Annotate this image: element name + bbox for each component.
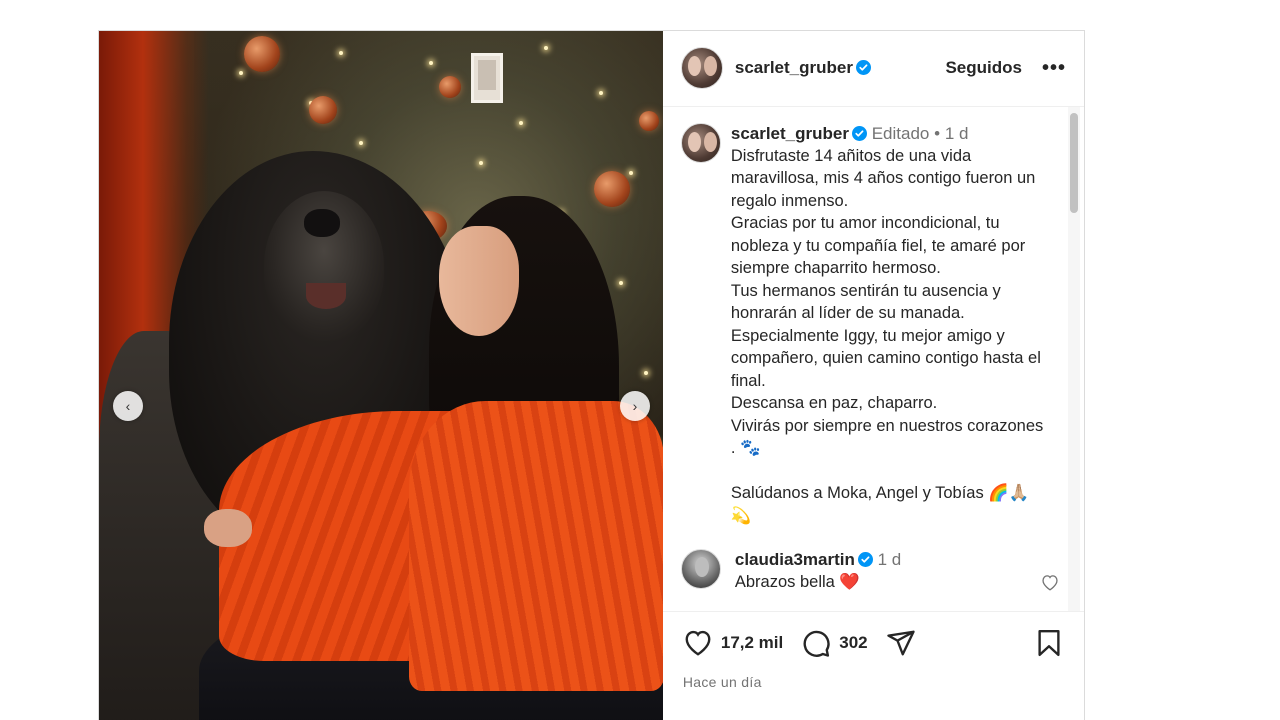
- comment-icon[interactable]: [801, 628, 831, 658]
- action-row: 17,2 mil 302: [683, 626, 1064, 660]
- caption-body: scarlet_gruber Editado • 1 d Disfrutaste…: [731, 123, 1046, 528]
- heart-icon[interactable]: [683, 628, 713, 658]
- caption-header: scarlet_gruber Editado • 1 d: [731, 123, 1046, 145]
- previous-image-button[interactable]: ‹: [113, 391, 143, 421]
- dog-nose: [304, 209, 340, 237]
- chevron-right-icon: ›: [632, 398, 638, 414]
- bookmark-icon[interactable]: [1034, 628, 1064, 658]
- comments-count[interactable]: 302: [839, 633, 867, 653]
- chevron-left-icon: ‹: [125, 398, 131, 414]
- following-button[interactable]: Seguidos: [945, 58, 1022, 78]
- ornament: [639, 111, 659, 131]
- post-header: scarlet_gruber Seguidos •••: [662, 31, 1084, 107]
- avatar[interactable]: [680, 47, 723, 90]
- post-actions: 17,2 mil 302 Hace un día: [662, 611, 1084, 720]
- separator: •: [934, 123, 941, 143]
- scrollbar-thumb[interactable]: [1070, 112, 1078, 213]
- avatar[interactable]: [680, 122, 721, 163]
- share-icon[interactable]: [886, 628, 916, 658]
- caption-age[interactable]: 1 d: [945, 124, 969, 143]
- more-icon[interactable]: •••: [1042, 57, 1066, 80]
- sweater-body: [409, 401, 663, 691]
- comment-body: claudia3martin 1 d Abrazos bella ❤️: [735, 549, 901, 594]
- ornament: [244, 36, 280, 72]
- post-side-panel: scarlet_gruber Seguidos ••• scarlet_grub…: [662, 31, 1084, 720]
- ornament: [594, 171, 630, 207]
- comment-username[interactable]: claudia3martin: [735, 550, 855, 569]
- comment: claudia3martin 1 d Abrazos bella ❤️: [680, 549, 1066, 594]
- post-photo[interactable]: ‹ ›: [99, 31, 663, 720]
- comment-header: claudia3martin 1 d: [735, 549, 901, 571]
- caption-text: Disfrutaste 14 añitos de una vida maravi…: [730, 146, 1044, 525]
- likes-count[interactable]: 17,2 mil: [721, 633, 783, 653]
- woman-hand: [204, 509, 252, 547]
- comment-age[interactable]: 1 d: [878, 550, 902, 569]
- instagram-post: ‹ › scarlet_gruber Seguidos ••• scarlet_…: [98, 30, 1085, 720]
- dog-mouth: [306, 283, 346, 309]
- ornament: [309, 96, 337, 124]
- next-image-button[interactable]: ›: [620, 391, 650, 421]
- avatar[interactable]: [680, 549, 721, 590]
- ornament: [439, 76, 461, 98]
- woman-face: [439, 226, 519, 336]
- comment-text: Abrazos bella ❤️: [734, 573, 860, 592]
- like-comment-heart-icon[interactable]: [1040, 573, 1060, 591]
- header-username[interactable]: scarlet_gruber: [735, 58, 871, 78]
- caption: scarlet_gruber Editado • 1 d Disfrutaste…: [680, 122, 1066, 528]
- verified-badge-icon: [857, 552, 873, 568]
- caption-username[interactable]: scarlet_gruber: [731, 124, 849, 143]
- comments-area[interactable]: scarlet_gruber Editado • 1 d Disfrutaste…: [663, 106, 1084, 612]
- verified-badge-icon: [851, 125, 867, 141]
- post-timestamp[interactable]: Hace un día: [683, 674, 1064, 690]
- verified-badge-icon: [855, 60, 871, 76]
- edited-label: Editado: [871, 123, 930, 143]
